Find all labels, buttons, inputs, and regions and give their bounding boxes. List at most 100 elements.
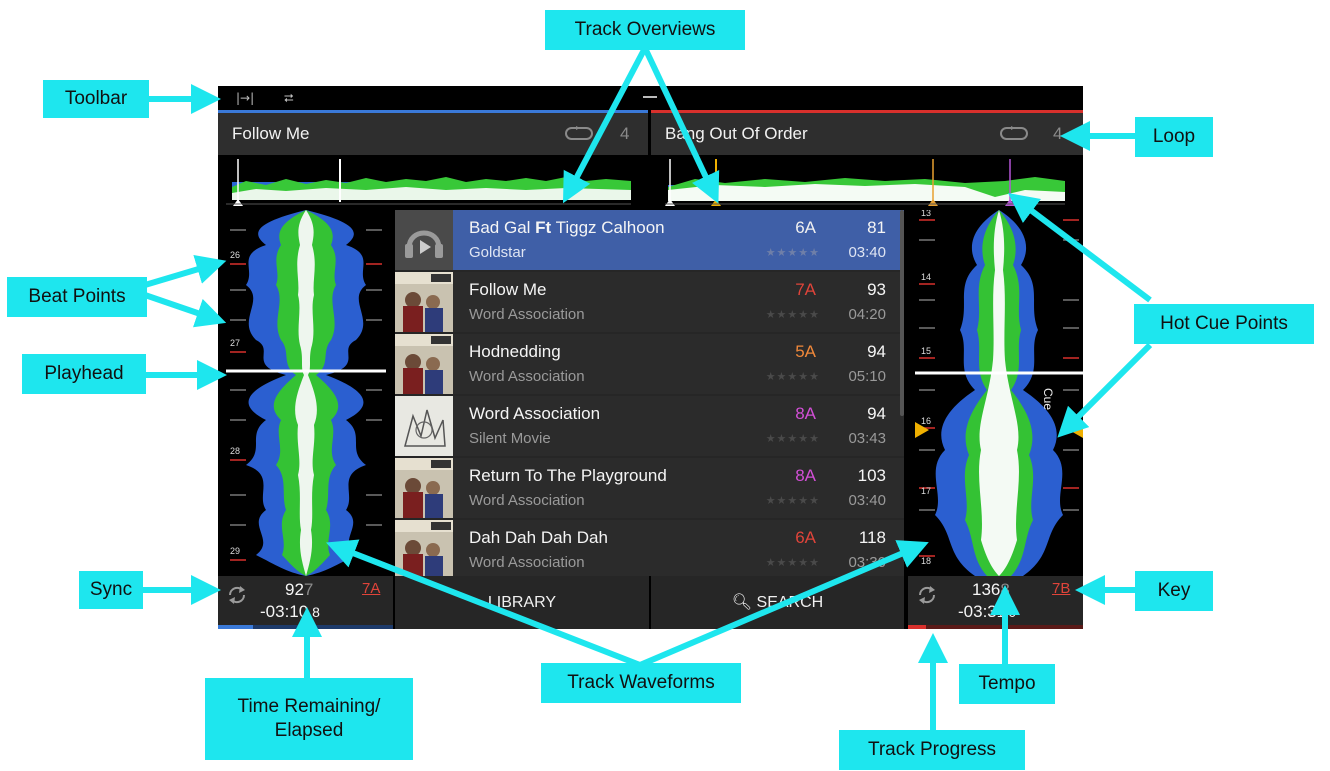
track-duration: 03:40 [848, 492, 886, 509]
track-duration: 04:20 [848, 306, 886, 323]
track-bpm: 93 [867, 280, 886, 299]
tempo-range-icon[interactable]: |→| [236, 91, 254, 105]
repeat-icon[interactable]: ⮂ [284, 91, 294, 105]
deck2-overview[interactable] [665, 157, 1065, 207]
deck2-waveform-graphic [915, 210, 1083, 576]
hot-cue-label: Cue [1041, 388, 1055, 411]
track-rating[interactable]: ★★★★★ [766, 308, 820, 321]
deck1-tempo: 927 [285, 580, 314, 599]
track-rating[interactable]: ★★★★★ [766, 556, 820, 569]
track-bpm: 118 [858, 528, 886, 547]
track-bpm: 81 [867, 218, 886, 237]
library-row[interactable]: Hodnedding Word Association 5A 94 ★★★★★ … [395, 334, 904, 394]
track-artist: Word Association [469, 554, 585, 571]
toolbar: |→| ⮂ [218, 86, 1083, 110]
callout-time-remaining: Time Remaining/ Elapsed [205, 678, 413, 760]
library-row[interactable]: Word Association Silent Movie 8A 94 ★★★★… [395, 396, 904, 456]
track-title: Follow Me [469, 280, 547, 299]
deck1-waveform-graphic [226, 210, 386, 576]
track-key: 5A [795, 342, 816, 361]
track-artist: Word Association [469, 368, 585, 385]
callout-sync: Sync [79, 571, 143, 609]
callout-key: Key [1135, 571, 1213, 611]
deck2-header[interactable]: Bang Out Of Order 4 [651, 113, 1083, 155]
deck1-time-remaining[interactable]: -03:10.8 [260, 602, 320, 622]
track-key: 8A [795, 466, 816, 485]
track-rating[interactable]: ★★★★★ [766, 494, 820, 507]
beat-marker-label: 26 [230, 250, 241, 260]
callout-track-overviews: Track Overviews [545, 10, 745, 50]
album-art [395, 334, 453, 394]
library-row-selected[interactable]: Bad Gal Ft Tiggz Calhoon Goldstar 6A 81 … [395, 210, 904, 270]
sync-icon[interactable] [226, 584, 248, 606]
deck1-progress-fill [218, 625, 253, 629]
callout-tempo: Tempo [959, 664, 1055, 704]
track-library[interactable]: Bad Gal Ft Tiggz Calhoon Goldstar 6A 81 … [395, 210, 904, 576]
deck2-overview-waveform [665, 159, 1065, 206]
track-artist: Goldstar [469, 244, 526, 261]
callout-playhead: Playhead [22, 354, 146, 394]
callout-track-progress: Track Progress [839, 730, 1025, 770]
callout-toolbar: Toolbar [43, 80, 149, 118]
deck1-overview[interactable] [226, 157, 631, 207]
track-duration: 03:40 [848, 244, 886, 261]
search-button[interactable]: 🔍︎ SEARCH [651, 576, 904, 629]
track-title: Bad Gal Ft Tiggz Calhoon [469, 218, 665, 237]
dj-screen: |→| ⮂ Follow Me 4 Bang Out Of Order 4 26… [218, 86, 1083, 629]
track-key: 6A [795, 528, 816, 547]
beat-marker-label: 18 [921, 556, 932, 566]
library-row[interactable]: Follow Me Word Association 7A 93 ★★★★★ 0… [395, 272, 904, 332]
deck2-progress-fill [908, 625, 926, 629]
track-artist: Word Association [469, 306, 585, 323]
deck2-track-title: Bang Out Of Order [665, 124, 808, 143]
album-art [395, 272, 453, 332]
search-icon: 🔍︎ [731, 594, 753, 611]
callout-beat-points: Beat Points [7, 277, 147, 317]
deck1-loop-count: 4 [620, 124, 630, 143]
deck2-loop-count: 4 [1053, 124, 1063, 143]
library-button[interactable]: LIBRARY [395, 576, 649, 629]
track-bpm: 94 [867, 342, 886, 361]
track-title: Dah Dah Dah Dah [469, 528, 608, 547]
deck1-overview-waveform [226, 159, 631, 206]
deck2-info-panel: 1368 7B -03:31.0 [908, 576, 1083, 629]
beat-marker-label: 15 [921, 346, 932, 356]
deck2-time-remaining[interactable]: -03:31.0 [958, 602, 1016, 622]
beat-marker-label: 27 [230, 338, 241, 348]
album-art-placeholder [395, 210, 453, 270]
library-row[interactable]: Dah Dah Dah Dah Word Association 6A 118 … [395, 520, 904, 576]
deck1-progress-track [218, 625, 393, 629]
album-art [395, 396, 453, 456]
callout-hot-cue-points: Hot Cue Points [1134, 304, 1314, 344]
deck1-header[interactable]: Follow Me 4 [218, 113, 648, 155]
loop-icon[interactable] [564, 126, 594, 141]
album-art [395, 458, 453, 518]
track-key: 7A [795, 280, 816, 299]
loop-icon[interactable] [999, 126, 1029, 141]
deck2-tempo: 1368 [972, 580, 1010, 599]
track-rating[interactable]: ★★★★★ [766, 370, 820, 383]
deck1-waveform[interactable]: 26 27 28 29 [226, 210, 386, 576]
deck2-waveform[interactable]: 13 14 15 16 17 18 Cue [915, 210, 1083, 576]
track-rating[interactable]: ★★★★★ [766, 432, 820, 445]
callout-time-line1: Time Remaining/ [237, 696, 381, 717]
callout-track-waveforms: Track Waveforms [541, 663, 741, 703]
library-row[interactable]: Return To The Playground Word Associatio… [395, 458, 904, 518]
sync-icon[interactable] [916, 584, 938, 606]
deck1-key[interactable]: 7A [362, 580, 380, 597]
beat-marker-label: 14 [921, 272, 932, 282]
track-key: 6A [795, 218, 816, 237]
track-title: Return To The Playground [469, 466, 667, 485]
beat-marker-label: 16 [921, 416, 932, 426]
track-rating[interactable]: ★★★★★ [766, 246, 820, 259]
library-scrollbar[interactable] [900, 210, 904, 416]
track-artist: Word Association [469, 492, 585, 509]
track-duration: 03:30 [848, 554, 886, 571]
track-title: Word Association [469, 404, 601, 423]
deck2-key[interactable]: 7B [1052, 580, 1070, 597]
callout-time-line2: Elapsed [274, 720, 344, 741]
deck1-info-panel: 927 7A -03:10.8 [218, 576, 393, 629]
view-handle[interactable] [643, 96, 657, 98]
track-bpm: 94 [867, 404, 886, 423]
track-title: Hodnedding [469, 342, 561, 361]
